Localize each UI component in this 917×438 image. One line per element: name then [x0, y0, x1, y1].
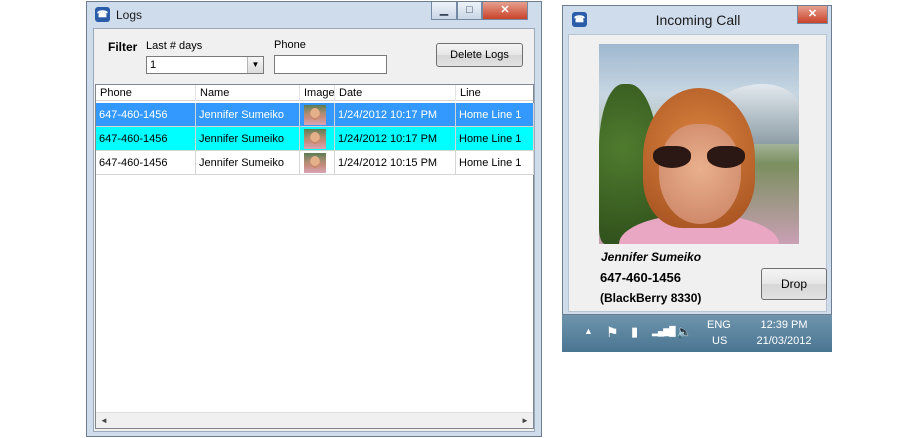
call-window-title: Incoming Call: [655, 12, 741, 28]
cell-name: Jennifer Sumeiko: [196, 151, 300, 175]
column-header-phone[interactable]: Phone: [96, 85, 196, 101]
last-days-label: Last # days: [146, 40, 203, 52]
column-header-date[interactable]: Date: [335, 85, 456, 101]
column-header-image[interactable]: Image: [300, 85, 335, 101]
drop-call-button[interactable]: Drop: [761, 268, 827, 300]
battery-icon[interactable]: ▮: [631, 324, 638, 340]
flag-icon[interactable]: ⚑: [606, 324, 619, 341]
caller-device: (BlackBerry 8330): [600, 291, 702, 305]
sunglasses: [653, 146, 747, 170]
minimize-button[interactable]: ▁: [431, 2, 457, 20]
column-header-line[interactable]: Line: [456, 85, 535, 101]
cell-name: Jennifer Sumeiko: [196, 103, 300, 127]
cell-image: [300, 151, 335, 175]
phone-filter-label: Phone: [274, 39, 306, 51]
chevron-down-icon[interactable]: ▼: [247, 57, 263, 73]
window-title: Logs: [116, 8, 143, 22]
table-row[interactable]: 647-460-1456 Jennifer Sumeiko 1/24/2012 …: [96, 127, 534, 151]
incoming-call-window: ☎ Incoming Call ✕ Jennifer Sumeiko 647-4…: [562, 5, 832, 315]
cell-phone: 647-460-1456: [96, 151, 196, 175]
cell-line: Home Line 1: [456, 127, 534, 151]
maximize-button[interactable]: □: [457, 2, 482, 20]
delete-logs-button[interactable]: Delete Logs: [436, 43, 523, 67]
logs-window: ☎ Logs ▁ □ ✕ Filter Last # days 1 ▼ Phon…: [86, 1, 542, 437]
call-client-area: Jennifer Sumeiko 647-460-1456 (BlackBerr…: [568, 34, 827, 312]
volume-icon[interactable]: 🔈: [676, 324, 692, 340]
cell-phone: 647-460-1456: [96, 103, 196, 127]
logs-table: Phone Name Image Date Line 647-460-1456 …: [95, 84, 534, 429]
logs-client-area: Filter Last # days 1 ▼ Phone Delete Logs…: [93, 28, 535, 432]
table-header: Phone Name Image Date Line: [96, 85, 533, 101]
cell-line: Home Line 1: [456, 151, 534, 175]
logs-titlebar[interactable]: ☎ Logs ▁ □ ✕: [87, 2, 541, 26]
system-tray: ▲ ⚑ ▮ ▂▄▆█ 🔈 ENG US 12:39 PM 21/03/2012: [562, 315, 832, 352]
cell-phone: 647-460-1456: [96, 127, 196, 151]
keyboard-layout[interactable]: US: [712, 335, 727, 347]
clock-time[interactable]: 12:39 PM: [751, 319, 817, 331]
phone-filter-input[interactable]: [274, 55, 387, 74]
column-header-name[interactable]: Name: [196, 85, 300, 101]
cell-date: 1/24/2012 10:17 PM: [335, 127, 456, 151]
filter-heading: Filter: [108, 40, 138, 54]
cell-line: Home Line 1: [456, 103, 534, 127]
scroll-right-icon[interactable]: ►: [517, 413, 533, 429]
cell-image: [300, 103, 335, 127]
caller-thumbnail: [304, 153, 326, 173]
language-code[interactable]: ENG: [707, 319, 731, 331]
caller-photo: [599, 44, 799, 244]
last-days-combo[interactable]: 1 ▼: [146, 56, 264, 74]
last-days-value: 1: [150, 59, 157, 71]
caller-thumbnail: [304, 129, 326, 149]
table-row[interactable]: 647-460-1456 Jennifer Sumeiko 1/24/2012 …: [96, 103, 534, 127]
signal-icon[interactable]: ▂▄▆█: [652, 326, 676, 337]
cell-date: 1/24/2012 10:17 PM: [335, 103, 456, 127]
caller-thumbnail: [304, 105, 326, 125]
phone-app-icon: ☎: [95, 7, 110, 22]
call-titlebar[interactable]: ☎ Incoming Call ✕: [563, 6, 831, 32]
close-button[interactable]: ✕: [797, 6, 828, 24]
scroll-left-icon[interactable]: ◄: [96, 413, 112, 429]
caller-number: 647-460-1456: [600, 270, 681, 285]
cell-image: [300, 127, 335, 151]
horizontal-scrollbar[interactable]: ◄ ►: [96, 412, 533, 428]
clock-date[interactable]: 21/03/2012: [745, 335, 823, 347]
photo-face: [659, 124, 741, 224]
show-hidden-icons-icon[interactable]: ▲: [584, 326, 593, 336]
caller-name: Jennifer Sumeiko: [601, 250, 702, 264]
close-button[interactable]: ✕: [482, 2, 528, 20]
table-row[interactable]: 647-460-1456 Jennifer Sumeiko 1/24/2012 …: [96, 151, 534, 175]
cell-date: 1/24/2012 10:15 PM: [335, 151, 456, 175]
cell-name: Jennifer Sumeiko: [196, 127, 300, 151]
